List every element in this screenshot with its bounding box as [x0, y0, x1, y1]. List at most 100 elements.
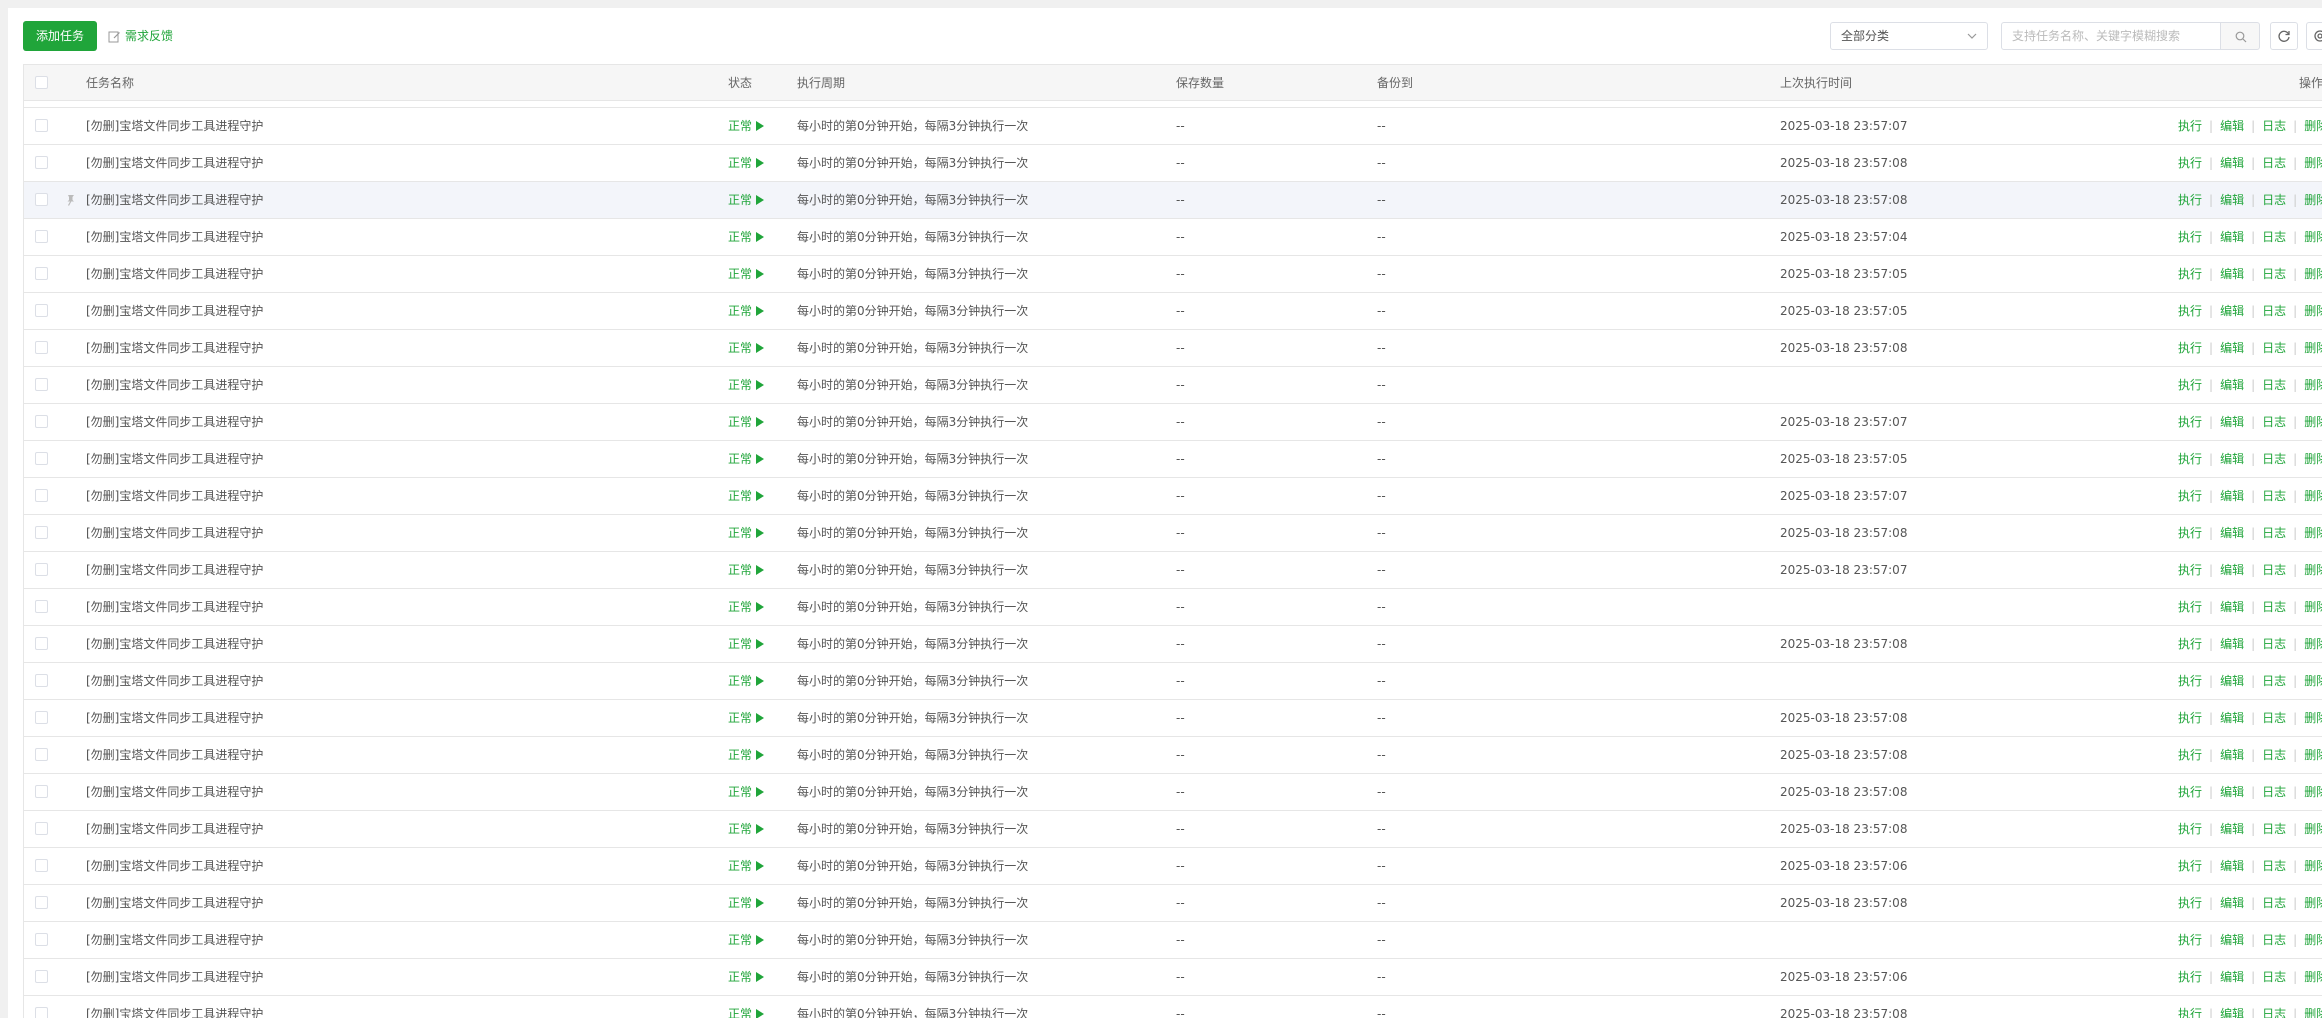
execute-link[interactable]: 执行 — [2178, 785, 2202, 799]
edit-link[interactable]: 编辑 — [2220, 711, 2244, 725]
status-toggle[interactable]: 正常 — [728, 108, 765, 144]
row-checkbox[interactable] — [35, 674, 48, 687]
edit-link[interactable]: 编辑 — [2220, 415, 2244, 429]
edit-link[interactable]: 编辑 — [2220, 156, 2244, 170]
delete-link[interactable]: 删除 — [2304, 970, 2322, 984]
delete-link[interactable]: 删除 — [2304, 859, 2322, 873]
execute-link[interactable]: 执行 — [2178, 230, 2202, 244]
row-checkbox[interactable] — [35, 156, 48, 169]
row-checkbox[interactable] — [35, 637, 48, 650]
log-link[interactable]: 日志 — [2262, 526, 2286, 540]
delete-link[interactable]: 删除 — [2304, 785, 2322, 799]
edit-link[interactable]: 编辑 — [2220, 933, 2244, 947]
log-link[interactable]: 日志 — [2262, 341, 2286, 355]
delete-link[interactable]: 删除 — [2304, 230, 2322, 244]
edit-link[interactable]: 编辑 — [2220, 119, 2244, 133]
log-link[interactable]: 日志 — [2262, 970, 2286, 984]
row-checkbox[interactable] — [35, 711, 48, 724]
execute-link[interactable]: 执行 — [2178, 637, 2202, 651]
edit-link[interactable]: 编辑 — [2220, 193, 2244, 207]
execute-link[interactable]: 执行 — [2178, 600, 2202, 614]
status-toggle[interactable]: 正常 — [728, 700, 765, 736]
status-toggle[interactable]: 正常 — [728, 589, 765, 625]
delete-link[interactable]: 删除 — [2304, 193, 2322, 207]
category-select[interactable]: 全部分类 — [1830, 22, 1988, 50]
edit-link[interactable]: 编辑 — [2220, 674, 2244, 688]
status-toggle[interactable]: 正常 — [728, 811, 765, 847]
status-toggle[interactable]: 正常 — [728, 515, 765, 551]
row-checkbox[interactable] — [35, 267, 48, 280]
row-checkbox[interactable] — [35, 785, 48, 798]
log-link[interactable]: 日志 — [2262, 859, 2286, 873]
delete-link[interactable]: 删除 — [2304, 415, 2322, 429]
edit-link[interactable]: 编辑 — [2220, 452, 2244, 466]
pin-icon[interactable] — [64, 194, 76, 209]
row-checkbox[interactable] — [35, 415, 48, 428]
status-toggle[interactable]: 正常 — [728, 330, 765, 366]
log-link[interactable]: 日志 — [2262, 267, 2286, 281]
status-toggle[interactable]: 正常 — [728, 737, 765, 773]
edit-link[interactable]: 编辑 — [2220, 489, 2244, 503]
delete-link[interactable]: 删除 — [2304, 822, 2322, 836]
execute-link[interactable]: 执行 — [2178, 526, 2202, 540]
execute-link[interactable]: 执行 — [2178, 193, 2202, 207]
status-toggle[interactable]: 正常 — [728, 996, 765, 1018]
edit-link[interactable]: 编辑 — [2220, 637, 2244, 651]
delete-link[interactable]: 删除 — [2304, 156, 2322, 170]
row-checkbox[interactable] — [35, 341, 48, 354]
delete-link[interactable]: 删除 — [2304, 267, 2322, 281]
row-checkbox[interactable] — [35, 563, 48, 576]
execute-link[interactable]: 执行 — [2178, 341, 2202, 355]
execute-link[interactable]: 执行 — [2178, 822, 2202, 836]
execute-link[interactable]: 执行 — [2178, 267, 2202, 281]
log-link[interactable]: 日志 — [2262, 378, 2286, 392]
status-toggle[interactable]: 正常 — [728, 959, 765, 995]
row-checkbox[interactable] — [35, 526, 48, 539]
log-link[interactable]: 日志 — [2262, 748, 2286, 762]
row-checkbox[interactable] — [35, 933, 48, 946]
execute-link[interactable]: 执行 — [2178, 933, 2202, 947]
delete-link[interactable]: 删除 — [2304, 674, 2322, 688]
delete-link[interactable]: 删除 — [2304, 600, 2322, 614]
status-toggle[interactable]: 正常 — [728, 663, 765, 699]
add-task-button[interactable]: 添加任务 — [23, 21, 97, 51]
status-toggle[interactable]: 正常 — [728, 367, 765, 403]
status-toggle[interactable]: 正常 — [728, 774, 765, 810]
status-toggle[interactable]: 正常 — [728, 848, 765, 884]
settings-button[interactable] — [2306, 22, 2322, 50]
execute-link[interactable]: 执行 — [2178, 748, 2202, 762]
delete-link[interactable]: 删除 — [2304, 526, 2322, 540]
search-button[interactable] — [2220, 22, 2260, 50]
log-link[interactable]: 日志 — [2262, 193, 2286, 207]
status-toggle[interactable]: 正常 — [728, 885, 765, 921]
log-link[interactable]: 日志 — [2262, 415, 2286, 429]
edit-link[interactable]: 编辑 — [2220, 822, 2244, 836]
select-all-checkbox[interactable] — [35, 76, 48, 89]
execute-link[interactable]: 执行 — [2178, 156, 2202, 170]
delete-link[interactable]: 删除 — [2304, 748, 2322, 762]
edit-link[interactable]: 编辑 — [2220, 267, 2244, 281]
log-link[interactable]: 日志 — [2262, 711, 2286, 725]
execute-link[interactable]: 执行 — [2178, 563, 2202, 577]
edit-link[interactable]: 编辑 — [2220, 341, 2244, 355]
row-checkbox[interactable] — [35, 859, 48, 872]
status-toggle[interactable]: 正常 — [728, 626, 765, 662]
delete-link[interactable]: 删除 — [2304, 304, 2322, 318]
status-toggle[interactable]: 正常 — [728, 478, 765, 514]
execute-link[interactable]: 执行 — [2178, 304, 2202, 318]
log-link[interactable]: 日志 — [2262, 156, 2286, 170]
row-checkbox[interactable] — [35, 119, 48, 132]
edit-link[interactable]: 编辑 — [2220, 785, 2244, 799]
delete-link[interactable]: 删除 — [2304, 489, 2322, 503]
execute-link[interactable]: 执行 — [2178, 452, 2202, 466]
row-checkbox[interactable] — [35, 489, 48, 502]
log-link[interactable]: 日志 — [2262, 563, 2286, 577]
row-checkbox[interactable] — [35, 822, 48, 835]
search-input[interactable] — [2001, 22, 2221, 50]
status-toggle[interactable]: 正常 — [728, 145, 765, 181]
log-link[interactable]: 日志 — [2262, 489, 2286, 503]
edit-link[interactable]: 编辑 — [2220, 304, 2244, 318]
delete-link[interactable]: 删除 — [2304, 896, 2322, 910]
log-link[interactable]: 日志 — [2262, 304, 2286, 318]
refresh-button[interactable] — [2270, 22, 2298, 50]
